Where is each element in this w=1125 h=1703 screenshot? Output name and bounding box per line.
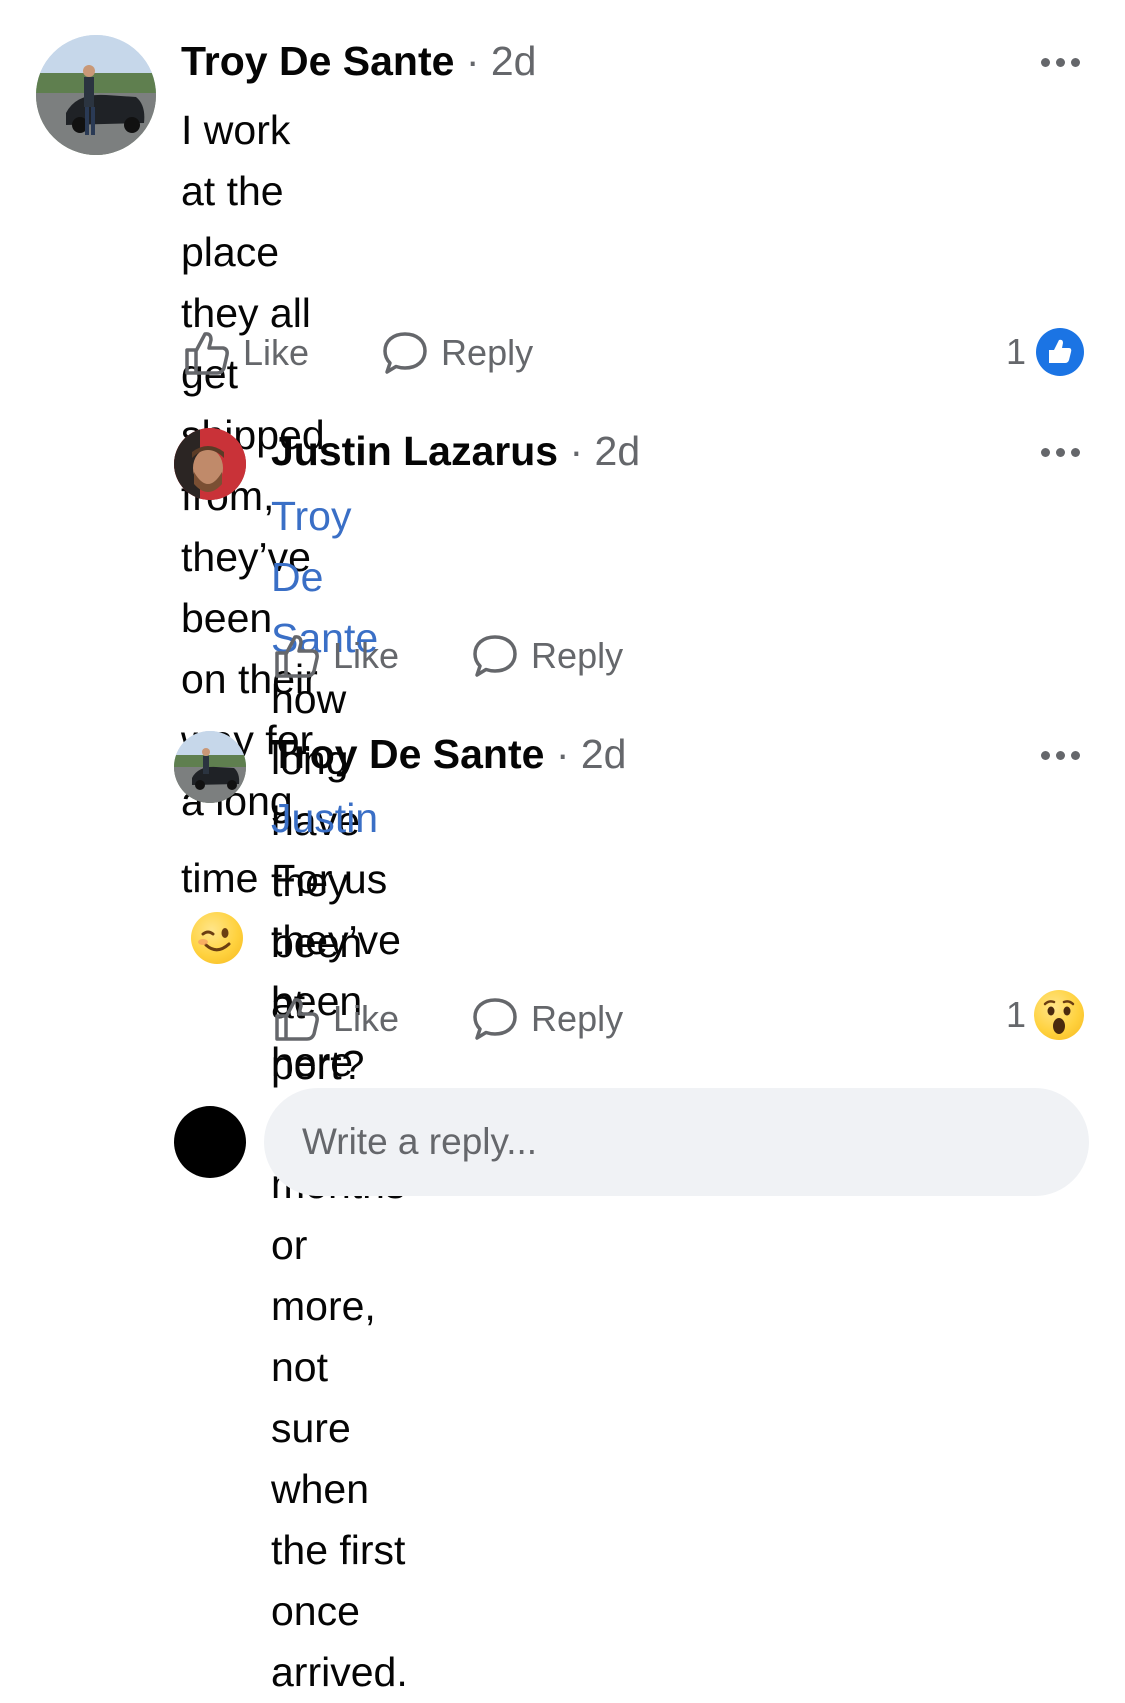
timestamp[interactable]: 2d bbox=[595, 428, 641, 474]
comment-line: time bbox=[181, 855, 259, 901]
reply-label: Reply bbox=[441, 332, 534, 373]
separator-dot: · bbox=[454, 38, 491, 84]
current-user-avatar bbox=[174, 1106, 246, 1178]
comment-3-header: Troy De Sante · 2d bbox=[271, 731, 626, 778]
reply-button[interactable]: Reply bbox=[381, 330, 533, 376]
speech-bubble-icon bbox=[383, 332, 427, 374]
thumbs-up-icon bbox=[275, 635, 319, 678]
thumbs-up-icon bbox=[185, 332, 229, 375]
like-label: Like bbox=[243, 332, 310, 373]
reply-input-placeholder: Write a reply... bbox=[302, 1121, 538, 1162]
more-options-icon[interactable] bbox=[1041, 751, 1080, 760]
reply-label: Reply bbox=[531, 635, 624, 676]
comment-line: I work at the place they all get shipped bbox=[181, 107, 325, 458]
comment-1-header: Troy De Sante · 2d bbox=[181, 38, 536, 85]
comment-line: once arrived. bbox=[271, 1588, 408, 1695]
reaction-summary[interactable]: 1 bbox=[1006, 990, 1085, 1040]
comment-2-header: Justin Lazarus · 2d bbox=[271, 428, 640, 475]
reaction-summary[interactable]: 1 bbox=[1006, 326, 1086, 378]
avatar-justin[interactable] bbox=[174, 428, 246, 500]
reply-input[interactable]: Write a reply... bbox=[264, 1088, 1089, 1196]
author-name[interactable]: Troy De Sante bbox=[271, 731, 544, 777]
author-name[interactable]: Troy De Sante bbox=[181, 38, 454, 84]
avatar-troy[interactable] bbox=[174, 731, 246, 803]
like-label: Like bbox=[333, 998, 400, 1039]
reply-label: Reply bbox=[531, 998, 624, 1039]
comment-1-actions: Like Reply bbox=[183, 330, 533, 376]
like-button[interactable]: Like bbox=[273, 633, 399, 679]
author-name[interactable]: Justin Lazarus bbox=[271, 428, 558, 474]
comment-3-text: Justin For us they’ve been here for 2 mo… bbox=[271, 788, 408, 1703]
like-button[interactable]: Like bbox=[183, 330, 309, 376]
thumbs-up-icon bbox=[275, 998, 319, 1041]
mention-link[interactable]: Justin bbox=[271, 795, 378, 841]
avatar-troy[interactable] bbox=[36, 35, 156, 155]
more-options-icon[interactable] bbox=[1041, 58, 1080, 67]
timestamp[interactable]: 2d bbox=[581, 731, 627, 777]
winking-face-emoji-icon bbox=[191, 912, 243, 965]
separator-dot: · bbox=[558, 428, 595, 474]
reply-button[interactable]: Reply bbox=[471, 633, 623, 679]
reaction-count: 1 bbox=[1006, 331, 1027, 372]
more-options-icon[interactable] bbox=[1041, 448, 1080, 457]
timestamp[interactable]: 2d bbox=[491, 38, 537, 84]
like-label: Like bbox=[333, 635, 400, 676]
reaction-count: 1 bbox=[1006, 994, 1027, 1035]
comment-line: months or more, not sure when the first bbox=[271, 1161, 406, 1573]
like-reaction-icon bbox=[1036, 328, 1085, 376]
comment-3-actions: Like Reply bbox=[273, 996, 623, 1042]
speech-bubble-icon bbox=[473, 998, 517, 1040]
comment-2-actions: Like Reply bbox=[273, 633, 623, 679]
wow-reaction-icon bbox=[1034, 990, 1085, 1040]
speech-bubble-icon bbox=[473, 635, 517, 677]
separator-dot: · bbox=[544, 731, 581, 777]
reply-button[interactable]: Reply bbox=[471, 996, 623, 1042]
like-button[interactable]: Like bbox=[273, 996, 399, 1042]
